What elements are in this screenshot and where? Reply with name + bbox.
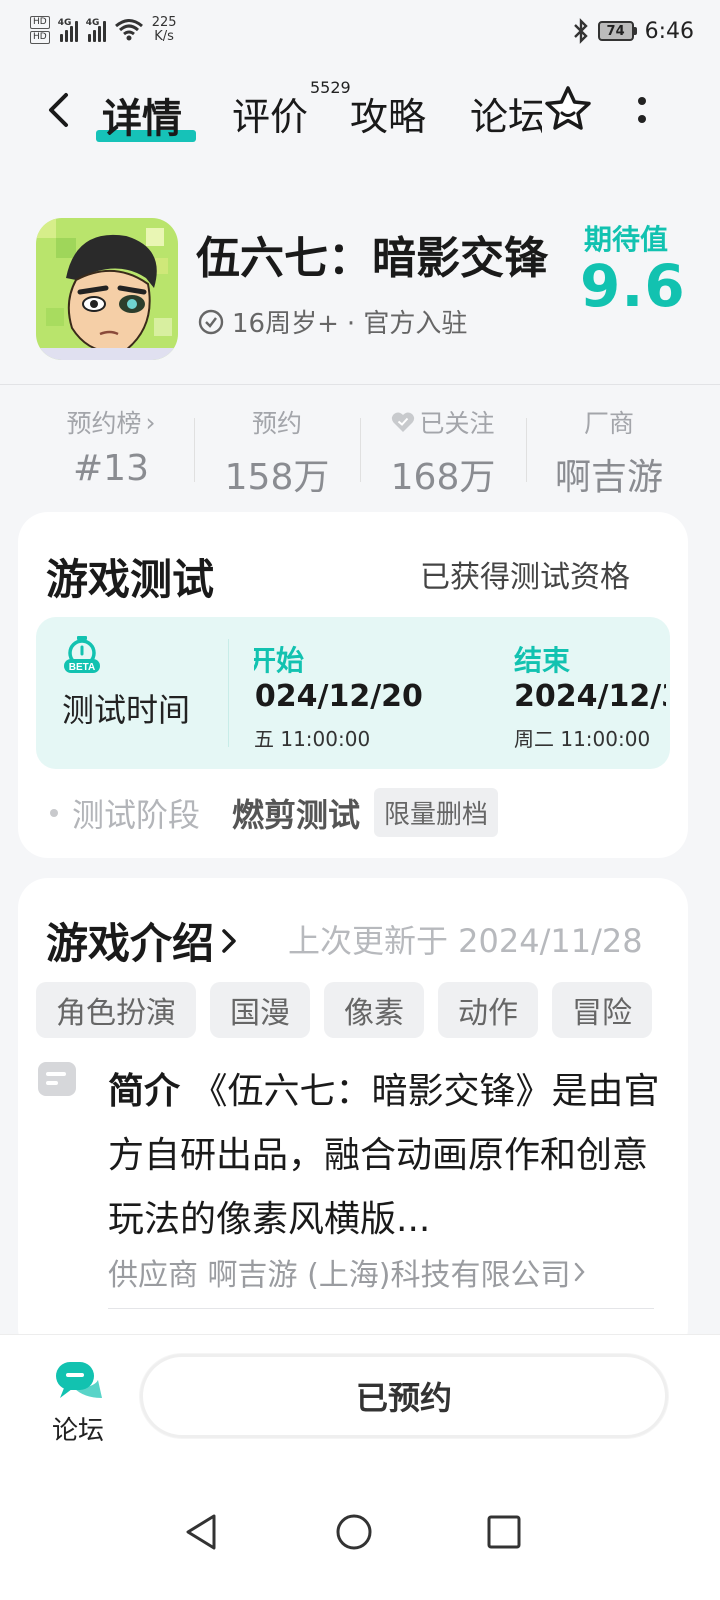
chevron-right-icon: ›: [145, 407, 156, 437]
tag-item[interactable]: 动作: [438, 982, 538, 1038]
end-label: 结束: [514, 644, 571, 677]
review-count-badge: 5529: [310, 78, 351, 97]
divider: [0, 384, 720, 385]
clock: 6:46: [644, 18, 694, 44]
tab-reviews[interactable]: 评价: [232, 86, 308, 141]
bluetooth-icon: [573, 18, 588, 44]
chat-bubble-icon: [56, 1362, 102, 1398]
signal-icon: 4G: [58, 18, 78, 42]
tag-item[interactable]: 冒险: [552, 982, 652, 1038]
app-meta: 16周岁+ · 官方入驻: [198, 303, 467, 340]
chevron-right-icon: [222, 928, 236, 953]
test-start-column: 开始 2024/12/20 周五 11:00:00: [254, 617, 454, 769]
wifi-icon: [114, 19, 143, 41]
stats-row: 预约榜 › #13 预约 158万 已关注 168万 厂商 啊吉游: [28, 404, 692, 499]
game-test-title: 游戏测试: [46, 555, 215, 604]
heart-check-icon: [392, 412, 415, 432]
tag-list: 角色扮演 国漫 像素 动作 冒险: [36, 982, 670, 1038]
favorite-button[interactable]: [540, 82, 596, 138]
nav-back-icon[interactable]: [180, 1510, 224, 1554]
tag-item[interactable]: 像素: [324, 982, 424, 1038]
beta-stopwatch-icon: BETA: [64, 636, 100, 673]
forum-button[interactable]: [54, 1358, 104, 1402]
supplier-link[interactable]: 供应商 啊吉游 (上海)科技有限公司: [108, 1250, 586, 1294]
test-time-box: BETA 测试时间 开始 2024/12/20 周五 11:00:00 结束 2…: [36, 617, 670, 769]
tab-guides[interactable]: 攻略: [350, 86, 426, 141]
start-label: 开始: [254, 644, 305, 677]
game-intro-title[interactable]: 游戏介绍: [46, 910, 238, 971]
test-stage-row: 测试阶段 燃剪测试 限量删档: [50, 788, 499, 837]
back-button[interactable]: [40, 90, 76, 130]
tab-forum[interactable]: 论坛: [470, 86, 542, 141]
test-stage-value: 燃剪测试: [232, 795, 361, 834]
app-icon: [36, 218, 178, 360]
more-options-button[interactable]: [630, 88, 654, 132]
test-qualification: 已获得测试资格: [420, 560, 630, 595]
star-icon: [545, 86, 591, 130]
tag-item[interactable]: 国漫: [210, 982, 310, 1038]
summary-text[interactable]: 简介 《伍六七：暗影交锋》是由官方自研出品，融合动画原作和创意玩法的像素风横版.…: [108, 1060, 668, 1252]
svg-text:BETA: BETA: [69, 662, 95, 673]
end-time: 周二 11:00:00: [514, 727, 651, 751]
battery-icon: 74: [597, 21, 637, 41]
test-time-label: 测试时间: [62, 691, 191, 729]
stat-followers: 已关注 168万: [360, 404, 526, 498]
nav-home-icon[interactable]: [332, 1510, 376, 1554]
stat-developer[interactable]: 厂商 啊吉游: [526, 404, 692, 498]
nav-recents-icon[interactable]: [482, 1510, 526, 1554]
reserved-button[interactable]: 已预约: [140, 1354, 668, 1438]
end-date: 2024/12/3: [514, 679, 666, 714]
forum-label: 论坛: [52, 1416, 105, 1446]
signal-icon-2: 4G: [86, 18, 106, 42]
check-circle-icon: [198, 309, 224, 334]
test-stage-tag: 限量删档: [374, 788, 499, 837]
age-rating: 16周岁+: [232, 309, 339, 339]
last-updated: 上次更新于 2024/11/28: [288, 922, 643, 960]
tab-details[interactable]: 详情: [96, 86, 196, 144]
hd-indicator: HD HD: [30, 16, 50, 44]
test-end-column: 结束 2024/12/3 周二 11:00:00: [476, 617, 666, 769]
top-nav: 详情 评价 5529 攻略 论坛: [0, 70, 720, 150]
stat-reservations: 预约 158万: [194, 404, 360, 498]
start-date: 2024/12/20: [254, 679, 423, 714]
app-title: 伍六七：暗影交锋: [196, 233, 548, 284]
summary-label: 简介: [108, 1071, 181, 1112]
chevron-right-icon: [575, 1262, 586, 1282]
expectation-score: 9.6: [580, 252, 686, 320]
tag-item[interactable]: 角色扮演: [36, 982, 196, 1038]
official-note: · 官方入驻: [346, 309, 468, 339]
test-stage-label: 测试阶段: [72, 795, 201, 834]
network-speed: 225 K/s: [151, 15, 177, 44]
status-bar: HD HD 4G 4G 225 K/s 74 6:46: [0, 0, 720, 64]
stat-rank[interactable]: 预约榜 › #13: [28, 404, 194, 496]
chevron-left-icon: [49, 93, 68, 127]
summary-icon: [38, 1062, 76, 1096]
start-time: 周五 11:00:00: [254, 727, 371, 751]
